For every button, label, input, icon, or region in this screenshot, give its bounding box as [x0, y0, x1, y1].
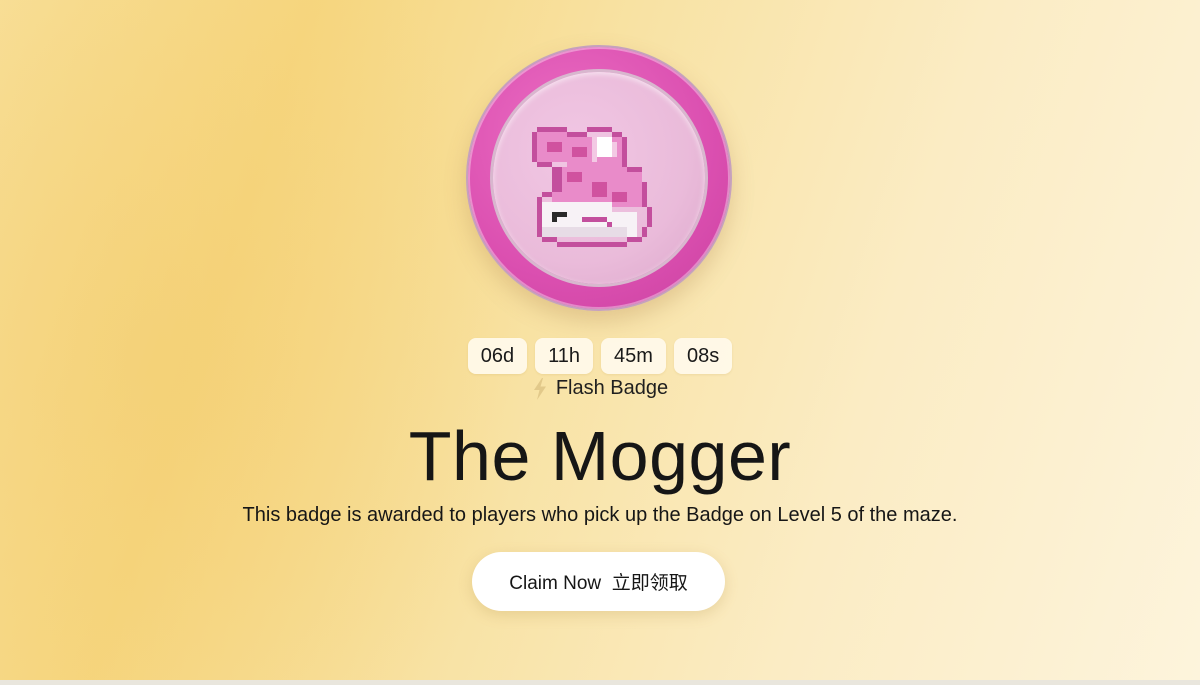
badge-medallion — [466, 45, 732, 311]
flash-badge-label: Flash Badge — [0, 377, 1200, 400]
countdown-minutes: 45m — [601, 338, 666, 374]
pixel-cat-icon — [532, 127, 652, 247]
countdown-hours: 11h — [535, 338, 594, 374]
claim-now-label: Claim Now 立即领取 — [509, 573, 688, 594]
badge-title: The Mogger — [408, 417, 792, 495]
claim-now-button[interactable]: Claim Now 立即领取 — [472, 552, 725, 611]
countdown-seconds: 08s — [673, 338, 733, 374]
lightning-icon — [533, 377, 546, 400]
bottom-divider — [0, 680, 1200, 685]
countdown-timer: 06d 11h 45m 08s — [0, 338, 1200, 374]
countdown-days: 06d — [467, 338, 528, 374]
flash-badge-text: Flash Badge — [555, 377, 669, 399]
badge-page: 06d 11h 45m 08s Flash Badge The Mogger T… — [0, 0, 1200, 680]
badge-description: This badge is awarded to players who pic… — [242, 504, 958, 526]
